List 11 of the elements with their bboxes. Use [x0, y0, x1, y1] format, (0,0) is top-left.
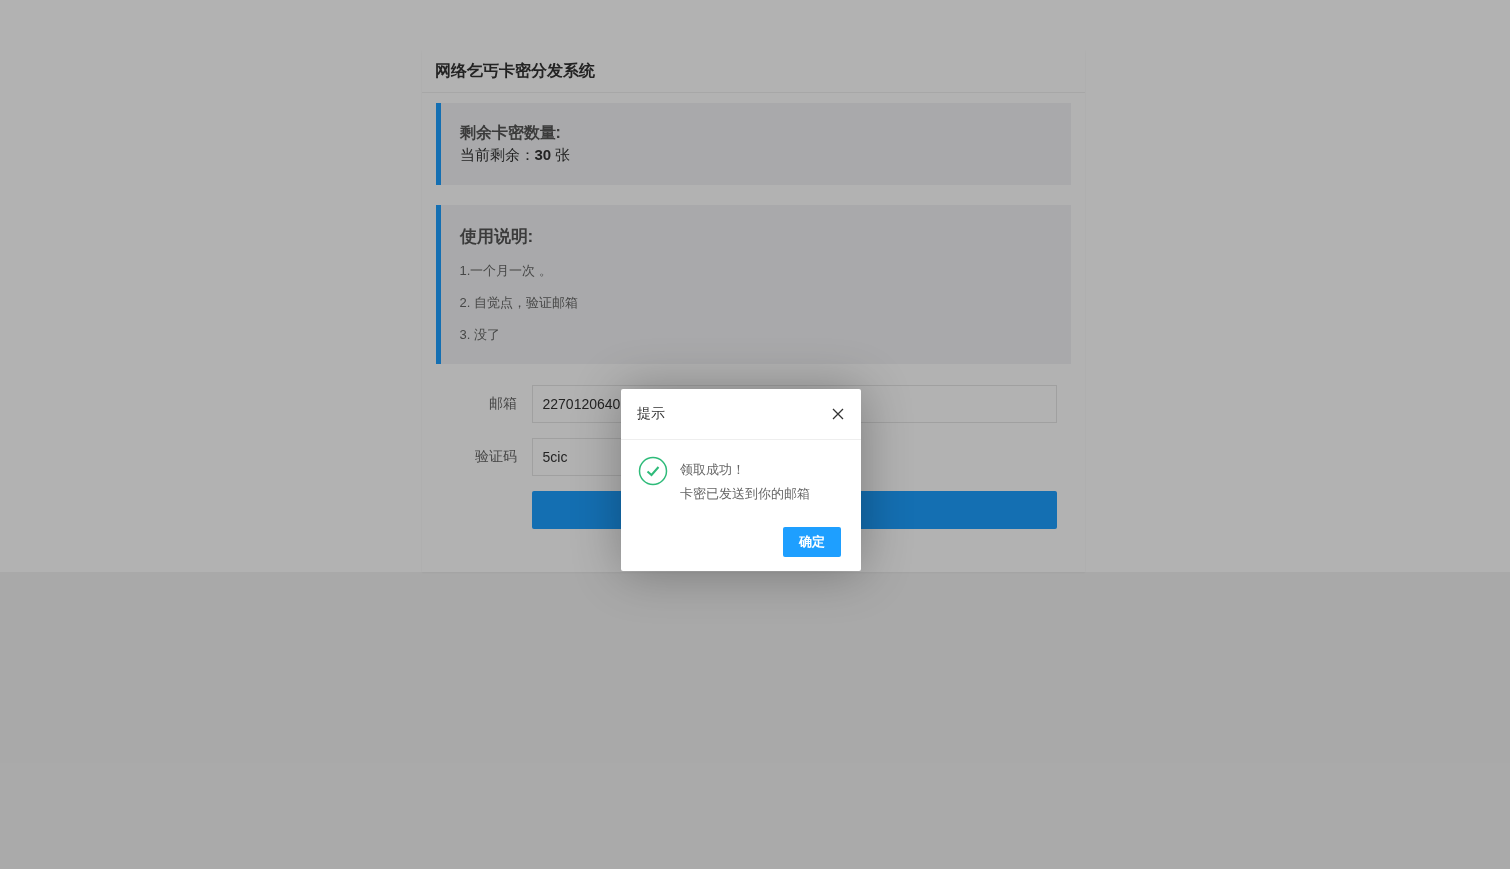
dialog-message: 领取成功！	[680, 461, 746, 479]
stock-count-text: 当前剩余：30 张	[459, 146, 572, 165]
field-label: 邮箱	[487, 395, 518, 413]
field-label: 验证码	[473, 448, 518, 466]
dialog-title: 提示	[637, 405, 665, 423]
instruction-item: 2. 自觉点，验证邮箱	[459, 294, 578, 312]
panel-title: 网络乞丐卡密分发系统	[421, 50, 1085, 93]
instructions-heading: 使用说明:	[459, 226, 535, 248]
instruction-item: 3. 没了	[459, 326, 500, 344]
dialog-message: 卡密已发送到你的邮箱	[680, 485, 810, 503]
stock-heading: 剩余卡密数量:	[459, 123, 562, 143]
